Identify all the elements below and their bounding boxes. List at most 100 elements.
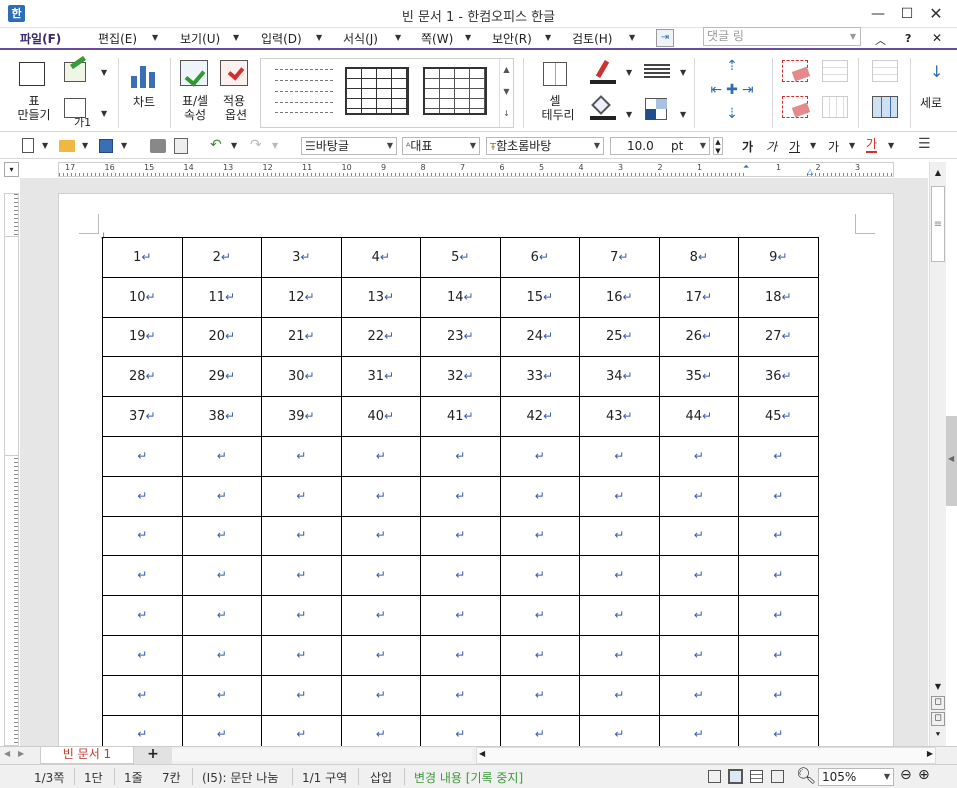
table-cell[interactable]: 16↵: [579, 276, 660, 318]
table-cell[interactable]: ↵: [499, 475, 580, 517]
table-cell[interactable]: ↵: [181, 515, 262, 557]
menu-file[interactable]: 파일(F): [20, 30, 61, 48]
table-cell[interactable]: ↵: [261, 515, 342, 557]
table-cell[interactable]: 39↵: [261, 396, 342, 437]
table-cell[interactable]: 28↵: [102, 356, 183, 398]
save-icon[interactable]: [99, 139, 113, 153]
move-up-icon[interactable]: ⇡: [722, 58, 742, 76]
style-select[interactable]: ☰바탕글 ▼: [301, 137, 397, 155]
chevron-down-icon[interactable]: ▼: [629, 33, 635, 42]
data-table[interactable]: 1↵ 2↵ 3↵ 4↵ 5↵ 6↵ 7↵ 8↵ 9↵ 10↵ 11↵ 12↵ 13↵ 14↵ 15↵ 16↵ 1…: [102, 237, 819, 756]
table-cell[interactable]: ↵: [102, 634, 183, 676]
chevron-down-icon[interactable]: ▼: [849, 141, 855, 150]
table-cell[interactable]: ↵: [499, 595, 580, 636]
table-cell[interactable]: ↵: [181, 475, 262, 517]
table-cell[interactable]: ↵: [340, 515, 421, 557]
view-web-icon[interactable]: [771, 770, 784, 783]
cell-fill-icon[interactable]: [645, 98, 667, 120]
table-cell[interactable]: 37↵: [102, 396, 183, 437]
table-cell[interactable]: 3↵: [261, 237, 342, 278]
table-grid-icon[interactable]: [19, 62, 45, 86]
table-cell[interactable]: ↵: [738, 515, 819, 557]
table-cell[interactable]: 34↵: [579, 356, 660, 398]
table-cell[interactable]: ↵: [340, 634, 421, 676]
chevron-down-icon[interactable]: ▼: [680, 110, 686, 119]
delete-col-icon[interactable]: [782, 96, 811, 118]
table-cell[interactable]: ↵: [658, 515, 739, 557]
border-color-icon[interactable]: [590, 59, 616, 84]
table-cell[interactable]: ↵: [738, 555, 819, 597]
horizontal-ruler[interactable]: ⏶ △ 17 16 15 14 13 12 11 10 9 8 7 6 5 4 3 2 1 1 2 3: [58, 162, 894, 177]
align-icon[interactable]: ☰: [918, 136, 931, 152]
chevron-down-icon[interactable]: ▼: [272, 141, 278, 150]
open-folder-icon[interactable]: [59, 140, 75, 152]
apply-label2[interactable]: 옵션: [216, 108, 256, 122]
chart-icon[interactable]: [131, 64, 157, 88]
table-cell[interactable]: ↵: [579, 595, 660, 636]
table-cell[interactable]: 30↵: [261, 356, 342, 398]
table-cell[interactable]: ↵: [340, 595, 421, 636]
table-cell[interactable]: ↵: [658, 674, 739, 716]
chevron-down-icon[interactable]: ▼: [626, 68, 632, 77]
table-cell[interactable]: ↵: [738, 595, 819, 636]
menu-review[interactable]: 검토(H): [572, 30, 612, 48]
status-insert[interactable]: 삽입: [370, 769, 392, 786]
scroll-up-icon[interactable]: ▲: [931, 166, 945, 180]
chevron-down-icon[interactable]: ▼: [101, 109, 107, 118]
status-page[interactable]: 1/3쪽: [34, 769, 64, 786]
zoom-search-icon[interactable]: 🔍︎: [796, 766, 816, 785]
indent-marker-icon[interactable]: ⏶: [743, 162, 749, 172]
vertical-ruler[interactable]: [4, 193, 19, 746]
table-cell[interactable]: ↵: [579, 515, 660, 557]
merge-cell-icon[interactable]: [872, 96, 898, 118]
cell-border-label1[interactable]: 셀: [537, 94, 573, 108]
table-cell[interactable]: ↵: [579, 555, 660, 597]
strike-button[interactable]: 가: [828, 138, 839, 155]
table-cell[interactable]: 25↵: [579, 316, 660, 358]
chevron-down-icon[interactable]: ▼: [101, 68, 107, 77]
table-cell[interactable]: ↵: [102, 435, 183, 477]
cell-border-label2[interactable]: 테두리: [533, 108, 583, 122]
table-cell[interactable]: 5↵: [420, 237, 501, 278]
fill-color-icon[interactable]: [590, 95, 616, 120]
table-cell[interactable]: ↵: [420, 435, 501, 477]
font-size-field[interactable]: 10.0 pt ▼: [610, 137, 710, 155]
move-horizontal-icon[interactable]: ⇤✚⇥: [704, 82, 764, 100]
table-cell[interactable]: 10↵: [102, 276, 183, 318]
table-cell[interactable]: ↵: [579, 475, 660, 517]
table-cell[interactable]: ↵: [261, 674, 342, 716]
table-cell[interactable]: 43↵: [579, 396, 660, 437]
zoom-out-icon[interactable]: ⊖: [900, 767, 912, 783]
table-cell[interactable]: 29↵: [181, 356, 262, 398]
table-make-label1[interactable]: 표: [12, 94, 56, 108]
table-cell[interactable]: 19↵: [102, 316, 183, 358]
chevron-down-icon[interactable]: ▼: [121, 141, 127, 150]
ribbon-collapse-icon[interactable]: ︿: [875, 32, 886, 48]
underline-button[interactable]: 가: [789, 138, 800, 155]
chart-label[interactable]: 차트: [124, 95, 164, 109]
table-style-grid-2[interactable]: [423, 67, 487, 115]
page-select-icon[interactable]: ◻: [931, 712, 945, 726]
table-cell[interactable]: 33↵: [499, 356, 580, 398]
table-cell[interactable]: 45↵: [738, 396, 819, 437]
table-cell[interactable]: ↵: [658, 634, 739, 676]
table-cell[interactable]: ↵: [658, 595, 739, 636]
menu-view[interactable]: 보기(U): [180, 30, 220, 48]
table-cell[interactable]: 31↵: [340, 356, 421, 398]
chevron-down-icon[interactable]: ▼: [233, 33, 239, 42]
cell-style-icon[interactable]: [64, 55, 90, 84]
table-cell[interactable]: 9↵: [738, 237, 819, 278]
font-color-button[interactable]: 가: [866, 138, 878, 153]
table-cell[interactable]: ↵: [181, 634, 262, 676]
table-cell[interactable]: 15↵: [499, 276, 580, 318]
table-cell[interactable]: 13↵: [340, 276, 421, 318]
comment-search-box[interactable]: 댓글 링 ▼: [703, 27, 861, 46]
ruler-corner-icon[interactable]: ▾: [4, 162, 19, 177]
table-cell[interactable]: 40↵: [340, 396, 421, 437]
table-cell[interactable]: ↵: [738, 435, 819, 477]
bold-button[interactable]: 가: [742, 138, 753, 155]
next-page-icon[interactable]: ⯆: [931, 728, 945, 742]
vertical-arrow-icon[interactable]: ↓: [930, 62, 943, 81]
menu-edit[interactable]: 편집(E): [98, 30, 137, 48]
minimize-button[interactable]: —: [868, 4, 888, 24]
